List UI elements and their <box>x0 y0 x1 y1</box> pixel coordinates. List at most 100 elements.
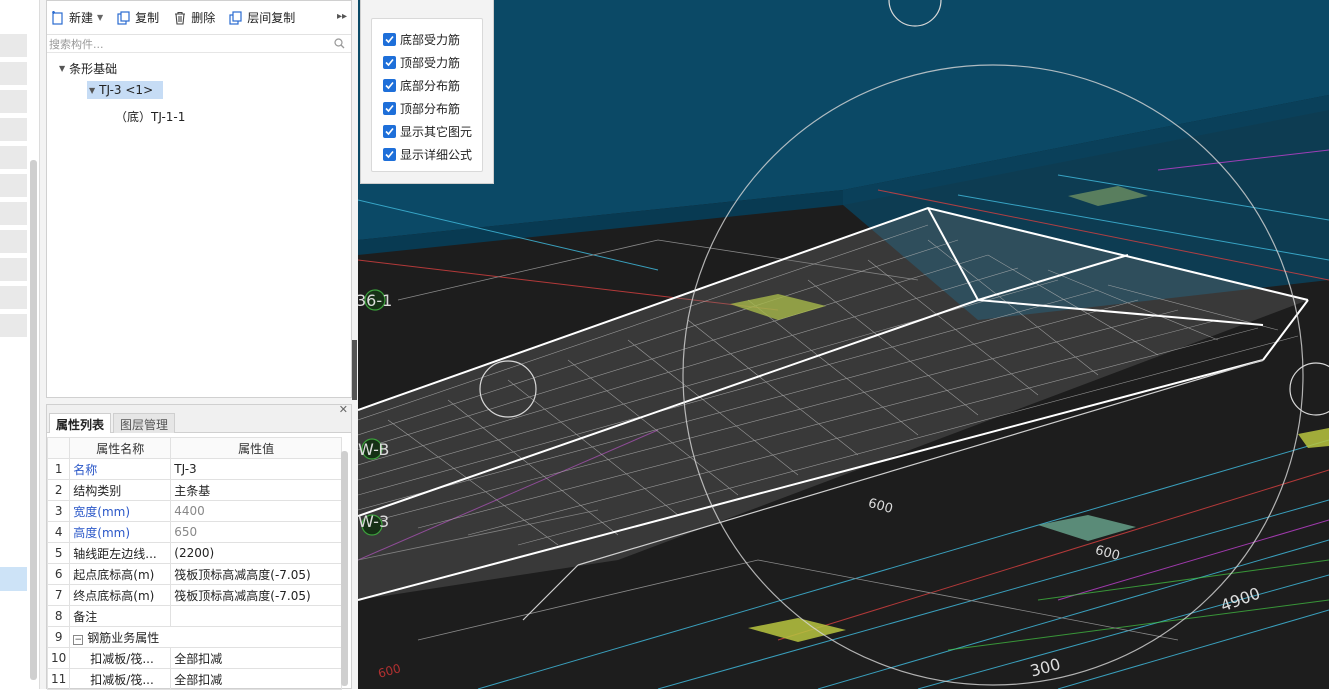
checkbox-checked-icon[interactable] <box>383 56 396 69</box>
chevron-down-icon[interactable]: ▼ <box>97 13 103 22</box>
sidebar-item[interactable] <box>0 258 27 282</box>
copy-button[interactable]: 复制 <box>117 9 159 26</box>
property-value[interactable]: 主条基 <box>170 479 342 501</box>
checkbox-checked-icon[interactable] <box>383 102 396 115</box>
tab-property-list[interactable]: 属性列表 <box>49 413 112 433</box>
row-number: 3 <box>46 500 71 522</box>
checkbox-checked-icon[interactable] <box>383 148 396 161</box>
table-row[interactable]: 11 扣减板/筏... 全部扣减 <box>46 668 342 690</box>
search-field[interactable]: 搜索构件... <box>47 35 351 53</box>
panel-splitter[interactable] <box>352 340 357 400</box>
row-number: 7 <box>46 584 71 606</box>
table-row[interactable]: 4 高度(mm) 650 <box>46 521 342 543</box>
table-row[interactable]: 2 结构类别 主条基 <box>46 479 342 501</box>
checkbox-checked-icon[interactable] <box>383 125 396 138</box>
property-value[interactable]: 650 <box>170 521 342 543</box>
checkbox-label: 底部分布筋 <box>400 79 461 93</box>
property-group[interactable]: − 钢筋业务属性 <box>69 626 342 648</box>
table-header-row: 属性名称 属性值 <box>46 437 342 459</box>
property-value[interactable]: 筏板顶标高减高度(-7.05) <box>170 584 342 606</box>
tree-node-child[interactable]: ▼ TJ-3 <1> <box>87 81 164 99</box>
expand-arrow-icon[interactable]: ▼ <box>89 86 95 95</box>
expand-arrow-icon[interactable]: ▼ <box>59 64 65 73</box>
checkbox-top-main-rebar[interactable]: 顶部受力筋 <box>372 51 482 74</box>
property-value[interactable]: TJ-3 <box>170 458 342 480</box>
sidebar-item[interactable] <box>0 34 27 58</box>
property-value[interactable]: 全部扣减 <box>170 647 342 669</box>
row-number: 9 <box>46 626 71 648</box>
table-row[interactable]: 5 轴线距左边线... (2200) <box>46 542 342 564</box>
checkbox-checked-icon[interactable] <box>383 33 396 46</box>
checkbox-bottom-main-rebar[interactable]: 底部受力筋 <box>372 28 482 51</box>
trash-icon <box>175 11 186 25</box>
table-row[interactable]: 1 名称 TJ-3 <box>46 458 342 480</box>
property-name: 结构类别 <box>69 479 172 501</box>
header-property-value: 属性值 <box>170 437 342 459</box>
close-icon[interactable]: ✕ <box>339 403 348 416</box>
tree-node-label: 条形基础 <box>69 62 118 76</box>
row-number: 10 <box>46 647 71 669</box>
row-number: 4 <box>46 521 71 543</box>
checkbox-bottom-distribution-rebar[interactable]: 底部分布筋 <box>372 74 482 97</box>
checkbox-show-detailed-formula[interactable]: 显示详细公式 <box>372 143 482 166</box>
3d-viewport[interactable]: 36-1 W-B W-3 600 600 4900 300 600 底部受力筋 … <box>358 0 1329 689</box>
component-toolbar: 新建 ▼ 复制 删除 层间复制 ▸▸ <box>47 1 351 35</box>
property-name: 扣减板/筏... <box>69 647 172 669</box>
delete-label: 删除 <box>191 11 216 25</box>
property-value[interactable]: 4400 <box>170 500 342 522</box>
floor-copy-button[interactable]: 层间复制 <box>229 9 295 26</box>
property-value[interactable] <box>170 605 342 627</box>
row-number: 11 <box>46 668 71 690</box>
collapse-icon[interactable]: − <box>73 634 84 645</box>
checkbox-checked-icon[interactable] <box>383 79 396 92</box>
tree-node-root[interactable]: ▼ 条形基础 <box>59 60 117 77</box>
tree-node-label: TJ-3 <1> <box>99 83 154 97</box>
sidebar-item[interactable] <box>0 202 27 226</box>
checkbox-label: 顶部分布筋 <box>400 102 461 116</box>
rebar-display-options: 底部受力筋 顶部受力筋 底部分布筋 顶部分布筋 显示其它图元 显示详细公式 <box>371 18 483 172</box>
sidebar-item[interactable] <box>0 314 27 338</box>
tree-node-label: （底）TJ-1-1 <box>115 110 186 124</box>
new-icon <box>52 10 63 25</box>
left-sidebar-strip <box>0 0 40 689</box>
sidebar-item[interactable] <box>0 286 27 310</box>
sidebar-item[interactable] <box>0 118 27 142</box>
property-name: 轴线距左边线... <box>69 542 172 564</box>
table-row[interactable]: 10 扣减板/筏... 全部扣减 <box>46 647 342 669</box>
search-icon[interactable] <box>334 38 345 49</box>
table-row[interactable]: 3 宽度(mm) 4400 <box>46 500 342 522</box>
sidebar-item[interactable] <box>0 146 27 170</box>
properties-scrollbar[interactable] <box>341 451 348 686</box>
property-value[interactable]: 筏板顶标高减高度(-7.05) <box>170 563 342 585</box>
search-input[interactable]: 搜索构件... <box>49 36 104 52</box>
property-name: 宽度(mm) <box>69 500 172 522</box>
sidebar-scrollbar[interactable] <box>30 160 37 680</box>
property-name: 备注 <box>69 605 172 627</box>
new-button[interactable]: 新建 ▼ <box>51 9 103 26</box>
sidebar-item[interactable] <box>0 230 27 254</box>
row-number: 5 <box>46 542 71 564</box>
component-panel: 新建 ▼ 复制 删除 层间复制 ▸▸ 搜索构件... ▼ 条形基础 ▼ TJ-3… <box>40 0 358 690</box>
checkbox-label: 显示其它图元 <box>400 125 473 139</box>
table-row[interactable]: 9− 钢筋业务属性 <box>46 626 342 648</box>
table-row[interactable]: 6 起点底标高(m) 筏板顶标高减高度(-7.05) <box>46 563 342 585</box>
table-row[interactable]: 8 备注 <box>46 605 342 627</box>
property-group-label: 钢筋业务属性 <box>87 630 160 645</box>
properties-table: 属性名称 属性值 1 名称 TJ-3 2 结构类别 主条基 3 宽度(mm) 4400 4高… <box>46 437 342 690</box>
more-icon[interactable]: ▸▸ <box>337 11 347 22</box>
axis-label: 36-1 <box>358 291 393 310</box>
3d-scene[interactable] <box>358 0 1329 689</box>
sidebar-item[interactable] <box>0 174 27 198</box>
property-value[interactable]: 全部扣减 <box>170 668 342 690</box>
property-value[interactable]: (2200) <box>170 542 342 564</box>
sidebar-item[interactable] <box>0 90 27 114</box>
tree-node-leaf[interactable]: （底）TJ-1-1 <box>115 108 185 125</box>
table-row[interactable]: 7 终点底标高(m) 筏板顶标高减高度(-7.05) <box>46 584 342 606</box>
sidebar-item[interactable] <box>0 62 27 86</box>
checkbox-show-other-elements[interactable]: 显示其它图元 <box>372 120 482 143</box>
property-name: 起点底标高(m) <box>69 563 172 585</box>
checkbox-top-distribution-rebar[interactable]: 顶部分布筋 <box>372 97 482 120</box>
sidebar-item-selected[interactable] <box>0 567 27 591</box>
delete-button[interactable]: 删除 <box>173 9 215 26</box>
tab-layer-management[interactable]: 图层管理 <box>113 413 176 433</box>
